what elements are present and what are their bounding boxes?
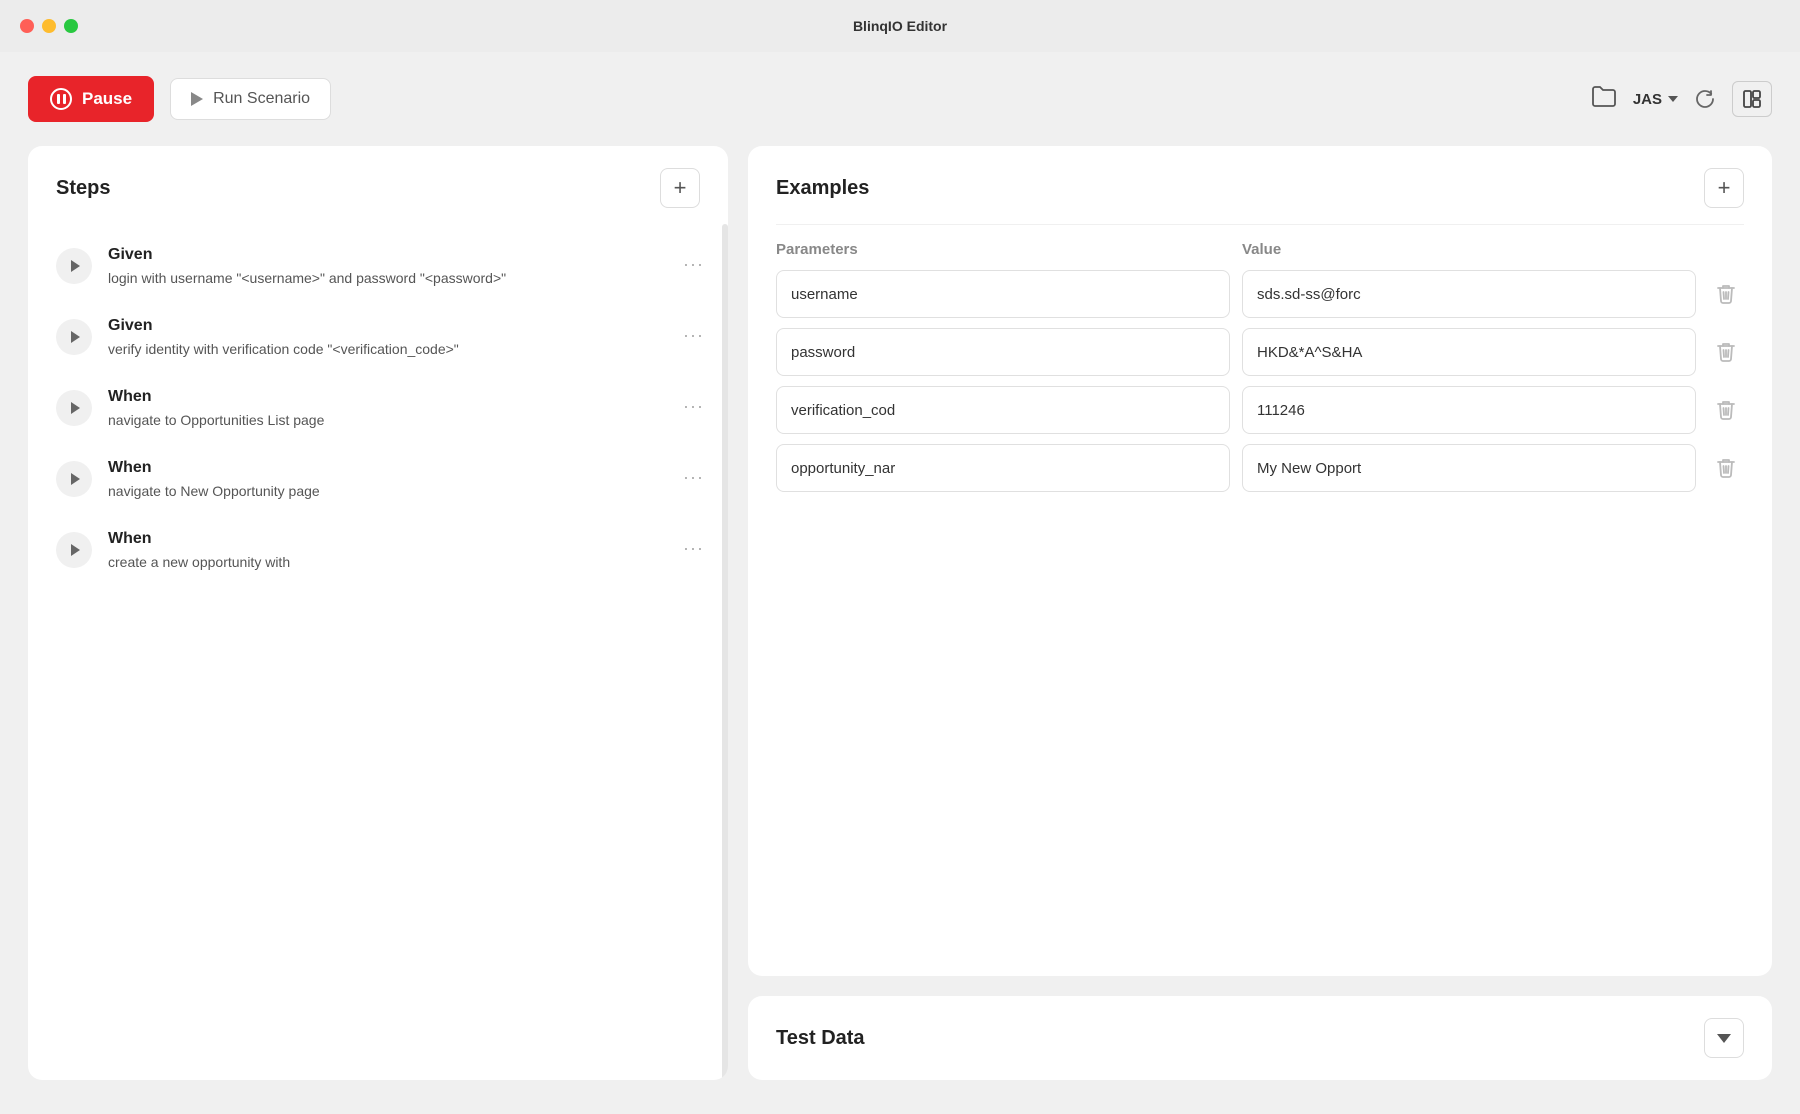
layout-toggle-button[interactable] [1732, 81, 1772, 117]
delete-row-button[interactable] [1708, 392, 1744, 428]
step-keyword: When [108, 530, 663, 548]
value-input-username[interactable] [1242, 270, 1696, 318]
refresh-icon [1694, 88, 1716, 110]
test-data-panel: Test Data [748, 996, 1772, 1080]
step-description: navigate to Opportunities List page [108, 410, 663, 431]
examples-panel: Examples + Parameters Value [748, 146, 1772, 976]
trash-icon [1717, 458, 1735, 478]
table-row: When navigate to New Opportunity page ··… [28, 445, 728, 516]
pause-icon [50, 88, 72, 110]
list-item [776, 270, 1744, 318]
app-title: BlinqIO Editor [853, 18, 947, 34]
refresh-button[interactable] [1694, 88, 1716, 110]
param-input-opportunity[interactable] [776, 444, 1230, 492]
delete-row-button[interactable] [1708, 450, 1744, 486]
step-expand-button[interactable] [56, 390, 92, 426]
step-keyword: When [108, 388, 663, 406]
add-step-button[interactable]: + [660, 168, 700, 208]
chevron-right-icon [71, 402, 80, 414]
step-keyword: Given [108, 317, 663, 335]
play-icon [191, 92, 203, 106]
examples-panel-header: Examples + [748, 146, 1772, 224]
table-row: When create a new opportunity with ··· [28, 516, 728, 587]
table-row: When navigate to Opportunities List page… [28, 374, 728, 445]
value-input-opportunity[interactable] [1242, 444, 1696, 492]
content-area: Steps + Given login with username "<user… [28, 146, 1772, 1080]
examples-title: Examples [776, 177, 869, 200]
main-container: Pause Run Scenario JAS [0, 52, 1800, 1114]
steps-title: Steps [56, 177, 110, 200]
step-expand-button[interactable] [56, 532, 92, 568]
maximize-button[interactable] [64, 19, 78, 33]
trash-icon [1717, 284, 1735, 304]
run-label: Run Scenario [213, 90, 310, 108]
step-expand-button[interactable] [56, 319, 92, 355]
table-row: Given login with username "<username>" a… [28, 232, 728, 303]
test-data-expand-button[interactable] [1704, 1018, 1744, 1058]
add-example-button[interactable]: + [1704, 168, 1744, 208]
step-expand-button[interactable] [56, 461, 92, 497]
param-input-password[interactable] [776, 328, 1230, 376]
step-description: login with username "<username>" and pas… [108, 268, 663, 289]
steps-panel-header: Steps + [28, 146, 728, 224]
title-bar: BlinqIO Editor [0, 0, 1800, 52]
toolbar-right: JAS [1591, 81, 1772, 117]
close-button[interactable] [20, 19, 34, 33]
folder-icon [1591, 85, 1617, 113]
steps-list: Given login with username "<username>" a… [28, 224, 728, 1080]
step-description: create a new opportunity with [108, 552, 663, 573]
test-data-title: Test Data [776, 1027, 865, 1050]
chevron-right-icon [71, 473, 80, 485]
step-menu-button[interactable]: ··· [679, 463, 708, 492]
pause-bars-icon [57, 94, 66, 104]
step-menu-button[interactable]: ··· [679, 534, 708, 563]
chevron-right-icon [71, 260, 80, 272]
table-row: Given verify identity with verification … [28, 303, 728, 374]
steps-panel: Steps + Given login with username "<user… [28, 146, 728, 1080]
user-label: JAS [1633, 91, 1662, 108]
delete-row-button[interactable] [1708, 276, 1744, 312]
chevron-down-icon [1717, 1034, 1731, 1043]
step-menu-button[interactable]: ··· [679, 321, 708, 350]
step-description: navigate to New Opportunity page [108, 481, 663, 502]
user-selector[interactable]: JAS [1633, 91, 1678, 108]
step-menu-button[interactable]: ··· [679, 250, 708, 279]
delete-row-button[interactable] [1708, 334, 1744, 370]
list-item [776, 386, 1744, 434]
trash-icon [1717, 400, 1735, 420]
traffic-lights [20, 19, 78, 33]
pause-label: Pause [82, 89, 132, 109]
examples-table: Parameters Value [776, 241, 1744, 492]
chevron-right-icon [71, 331, 80, 343]
value-input-password[interactable] [1242, 328, 1696, 376]
layout-icon [1741, 88, 1763, 110]
param-input-username[interactable] [776, 270, 1230, 318]
trash-icon [1717, 342, 1735, 362]
parameters-column-header: Parameters [776, 241, 1230, 258]
list-item [776, 328, 1744, 376]
user-dropdown-chevron-icon [1668, 96, 1678, 102]
run-scenario-button[interactable]: Run Scenario [170, 78, 331, 120]
examples-content: Parameters Value [748, 225, 1772, 522]
chevron-right-icon [71, 544, 80, 556]
folder-button[interactable] [1591, 85, 1617, 113]
minimize-button[interactable] [42, 19, 56, 33]
value-input-verification[interactable] [1242, 386, 1696, 434]
step-expand-button[interactable] [56, 248, 92, 284]
pause-button[interactable]: Pause [28, 76, 154, 122]
list-item [776, 444, 1744, 492]
toolbar: Pause Run Scenario JAS [28, 76, 1772, 122]
step-keyword: When [108, 459, 663, 477]
value-column-header: Value [1242, 241, 1696, 258]
step-keyword: Given [108, 246, 663, 264]
param-input-verification[interactable] [776, 386, 1230, 434]
step-description: verify identity with verification code "… [108, 339, 663, 360]
step-menu-button[interactable]: ··· [679, 392, 708, 421]
right-column: Examples + Parameters Value [748, 146, 1772, 1080]
examples-header-row: Parameters Value [776, 241, 1744, 270]
